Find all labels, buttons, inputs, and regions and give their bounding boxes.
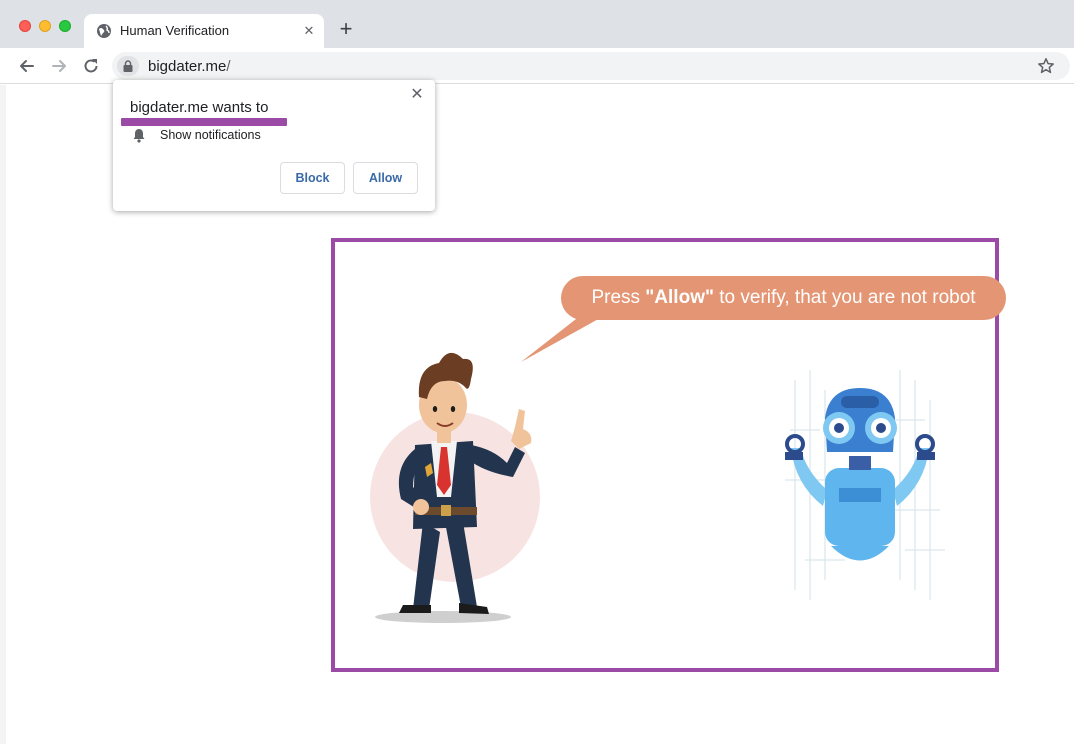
tab-strip: Human Verification ✕ + [0, 0, 1074, 48]
url-host: bigdater.me [148, 58, 227, 75]
bell-icon [133, 129, 145, 143]
url-path: / [226, 58, 231, 75]
browser-window: Human Verification ✕ + bigdater.me/ bigd… [0, 0, 1074, 744]
star-icon[interactable] [1037, 57, 1055, 75]
bubble-prefix: Press [591, 287, 646, 308]
lock-icon [123, 60, 133, 72]
notification-permission-prompt: bigdater.me wants to ✕ Show notification… [113, 80, 435, 211]
bubble-allow-word: "Allow" [645, 287, 714, 308]
new-tab-button[interactable]: + [336, 18, 356, 40]
globe-icon [97, 24, 111, 38]
tab-title: Human Verification [120, 23, 230, 38]
reload-icon[interactable] [81, 56, 101, 76]
site-info-button[interactable] [117, 56, 139, 76]
window-minimize-button[interactable] [39, 20, 51, 32]
prompt-title: bigdater.me wants to [130, 99, 269, 116]
allow-button[interactable]: Allow [353, 162, 418, 194]
tab-human-verification[interactable]: Human Verification ✕ [84, 14, 324, 48]
forward-arrow-icon[interactable] [49, 56, 69, 76]
verification-banner: Press "Allow" to verify, that you are no… [331, 238, 1006, 672]
speech-bubble-text: Press "Allow" to verify, that you are no… [561, 276, 1006, 320]
tab-close-button[interactable]: ✕ [300, 22, 318, 40]
bubble-suffix: to verify, that you are not robot [713, 287, 976, 308]
address-bar[interactable]: bigdater.me/ [112, 52, 1070, 80]
prompt-close-button[interactable]: ✕ [409, 87, 425, 103]
toolbar: bigdater.me/ [0, 48, 1074, 84]
url-text: bigdater.me/ [148, 58, 231, 75]
block-button[interactable]: Block [280, 162, 345, 194]
permission-label: Show notifications [160, 128, 261, 142]
back-arrow-icon[interactable] [17, 56, 37, 76]
window-zoom-button[interactable] [59, 20, 71, 32]
highlight-underline [121, 118, 287, 126]
speech-bubble: Press "Allow" to verify, that you are no… [561, 276, 1006, 320]
window-close-button[interactable] [19, 20, 31, 32]
